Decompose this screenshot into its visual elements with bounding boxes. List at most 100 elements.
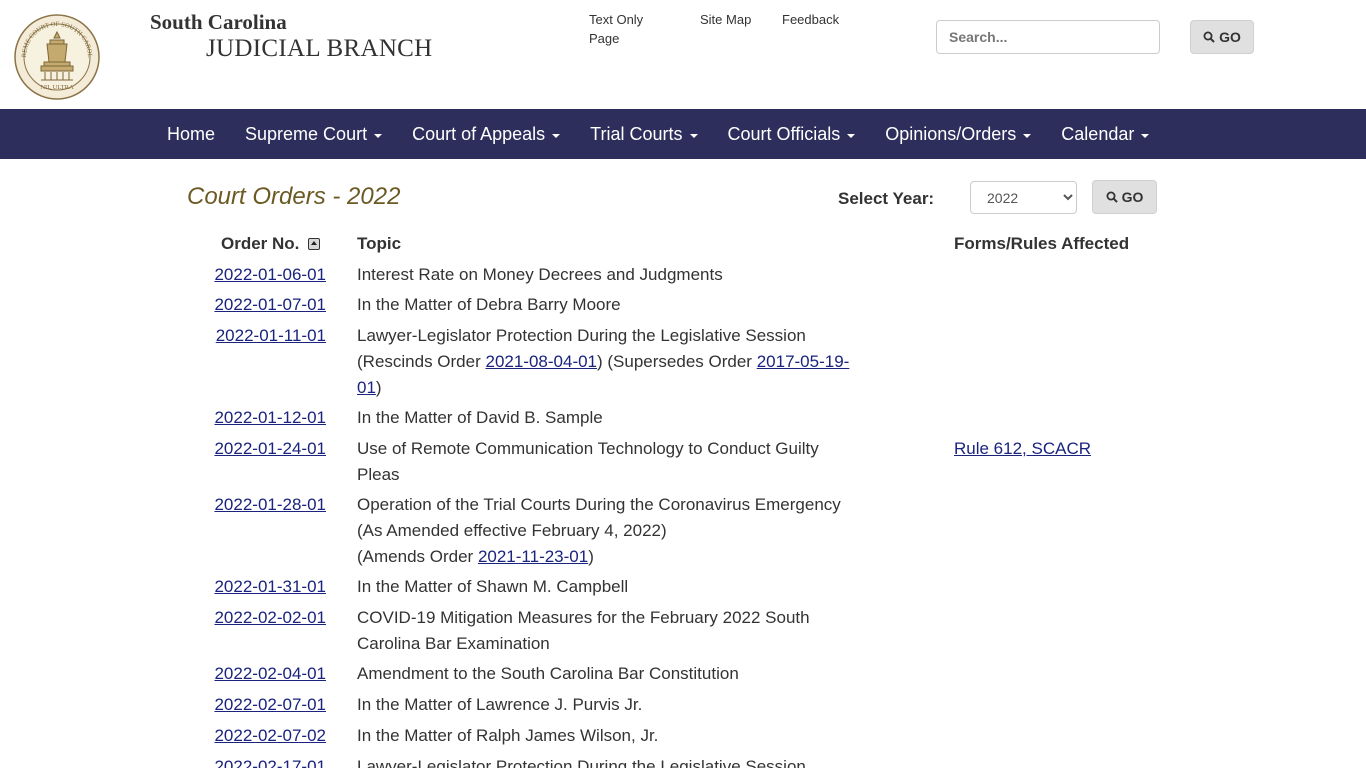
topic-cell: Amendment to the South Carolina Bar Cons…	[357, 661, 887, 687]
search-go-label: GO	[1219, 29, 1241, 45]
nav-item-supreme-court[interactable]: Supreme Court	[230, 109, 397, 159]
order-number-cell: 2022-01-07-01	[214, 292, 326, 318]
topic-cell: In the Matter of Lawrence J. Purvis Jr.	[357, 692, 887, 718]
site-map-link[interactable]: Site Map	[700, 10, 751, 29]
order-number-cell: 2022-01-06-01	[214, 262, 326, 288]
nav-item-trial-courts[interactable]: Trial Courts	[575, 109, 712, 159]
topic-cell: In the Matter of Shawn M. Campbell	[357, 574, 887, 600]
feedback-link[interactable]: Feedback	[782, 10, 839, 29]
nav-item-label: Opinions/Orders	[885, 123, 1017, 144]
topic-line: Lawyer-Legislator Protection During the …	[357, 326, 806, 345]
nav-item-label: Trial Courts	[590, 123, 683, 144]
order-number-cell: 2022-02-04-01	[214, 661, 326, 687]
sort-ascending-icon[interactable]	[308, 238, 321, 250]
order-link[interactable]: 2022-02-07-02	[214, 726, 326, 745]
order-number-cell: 2022-02-02-01	[214, 605, 326, 631]
topic-line: In the Matter of Lawrence J. Purvis Jr.	[357, 695, 643, 714]
year-select[interactable]: 2022	[970, 181, 1077, 214]
search-icon	[1203, 31, 1215, 43]
order-link[interactable]: 2022-01-24-01	[214, 439, 326, 458]
related-order-link[interactable]: 2021-08-04-01	[485, 352, 597, 371]
search-go-button[interactable]: GO	[1190, 20, 1254, 54]
topic-cell: COVID-19 Mitigation Measures for the Feb…	[357, 605, 887, 657]
order-link[interactable]: 2022-01-07-01	[214, 295, 326, 314]
topic-text: )	[375, 378, 382, 397]
topic-line: Pleas	[357, 465, 400, 484]
forms-cell: Rule 612, SCACR	[954, 436, 1091, 462]
nav-item-home[interactable]: Home	[152, 109, 230, 159]
topic-cell: In the Matter of David B. Sample	[357, 405, 887, 431]
order-number-cell: 2022-01-12-01	[214, 405, 326, 431]
select-year-label: Select Year:	[838, 189, 935, 208]
nav-item-label: Court Officials	[727, 123, 841, 144]
topic-line: Use of Remote Communication Technology t…	[357, 439, 819, 458]
order-number-cell: 2022-01-28-01	[214, 492, 326, 518]
topic-line: (As Amended effective February 4, 2022)	[357, 521, 667, 540]
forms-rule-link[interactable]: Rule 612, SCACR	[954, 439, 1091, 458]
order-link[interactable]: 2022-01-31-01	[214, 577, 326, 596]
topic-line: Carolina Bar Examination	[357, 634, 550, 653]
topic-text: )	[588, 547, 594, 566]
topic-line: COVID-19 Mitigation Measures for the Feb…	[357, 608, 810, 627]
order-number-cell: 2022-02-07-01	[214, 692, 326, 718]
order-link[interactable]: 2022-01-06-01	[214, 265, 326, 284]
brand-line-state: South Carolina	[150, 10, 287, 34]
year-go-button[interactable]: GO	[1092, 180, 1157, 214]
brand-line-branch: JUDICIAL BRANCH	[206, 35, 433, 62]
order-link[interactable]: 2022-02-02-01	[214, 608, 326, 627]
caret-down-icon	[689, 133, 698, 138]
topic-text: ) (Supersedes Order	[597, 352, 757, 371]
caret-down-icon	[847, 133, 856, 138]
order-link[interactable]: 2022-01-12-01	[214, 408, 326, 427]
topic-line: Operation of the Trial Courts During the…	[357, 495, 841, 514]
topic-text: (Rescinds Order	[357, 352, 486, 371]
nav-item-court-officials[interactable]: Court Officials	[713, 109, 871, 159]
topic-line: Amendment to the South Carolina Bar Cons…	[357, 664, 739, 683]
seal-text-bottom: NIL ULTRA	[40, 84, 74, 91]
topic-line: In the Matter of Debra Barry Moore	[357, 295, 621, 314]
nav-item-calendar[interactable]: Calendar	[1046, 109, 1164, 159]
topic-text: (Amends Order	[357, 547, 478, 566]
nav-item-label: Court of Appeals	[412, 123, 546, 144]
topic-cell: In the Matter of Debra Barry Moore	[357, 292, 887, 318]
search-input[interactable]	[936, 20, 1160, 54]
caret-down-icon	[1023, 133, 1032, 138]
order-link[interactable]: 2022-02-17-01	[214, 757, 326, 768]
nav-item-label: Supreme Court	[245, 123, 368, 144]
topic-line: (Rescinds Order 2021-08-04-01) (Supersed…	[357, 349, 887, 375]
page-title: Court Orders - 2022	[187, 183, 401, 210]
topic-line: Lawyer-Legislator Protection During the …	[357, 757, 806, 768]
column-header-forms: Forms/Rules Affected	[954, 234, 1130, 253]
nav-item-court-of-appeals[interactable]: Court of Appeals	[397, 109, 575, 159]
order-link[interactable]: 2022-02-07-01	[214, 695, 326, 714]
topic-cell: Use of Remote Communication Technology t…	[357, 436, 887, 488]
topic-line: In the Matter of Ralph James Wilson, Jr.	[357, 726, 659, 745]
order-link[interactable]: 2022-01-11-01	[216, 326, 326, 345]
order-number-cell: 2022-01-11-01	[216, 323, 326, 349]
related-order-link[interactable]: 2021-11-23-01	[478, 547, 588, 566]
order-number-cell: 2022-02-07-02	[214, 723, 326, 749]
topic-line: Interest Rate on Money Decrees and Judgm…	[357, 265, 723, 284]
column-header-topic: Topic	[357, 234, 402, 253]
topic-cell: Interest Rate on Money Decrees and Judgm…	[357, 262, 887, 288]
nav-item-label: Calendar	[1061, 123, 1135, 144]
related-order-link[interactable]: 01	[357, 378, 376, 397]
topic-line: (Amends Order 2021-11-23-01)	[357, 544, 887, 570]
order-link[interactable]: 2022-02-04-01	[214, 664, 326, 683]
related-order-link[interactable]: 2017-05-19-	[757, 352, 850, 371]
topic-line: 01)	[357, 375, 887, 401]
nav-item-opinions-orders[interactable]: Opinions/Orders	[870, 109, 1046, 159]
caret-down-icon	[374, 133, 383, 138]
court-seal-logo[interactable]: SUPREME COURT OF SOUTH CAROLINA NIL ULTR…	[14, 14, 100, 100]
text-only-page-link[interactable]: Text Only Page	[589, 10, 669, 48]
year-go-label: GO	[1121, 189, 1144, 205]
text-only-line2: Page	[589, 31, 620, 46]
order-link[interactable]: 2022-01-28-01	[214, 495, 326, 514]
column-header-order-no[interactable]: Order No.	[221, 234, 321, 254]
main-navbar: Home Supreme Court Court of Appeals Trial C…	[0, 109, 1366, 159]
topic-line: In the Matter of David B. Sample	[357, 408, 603, 427]
order-number-cell: 2022-02-17-01	[214, 754, 326, 768]
order-number-cell: 2022-01-24-01	[214, 436, 326, 462]
topic-cell: In the Matter of Ralph James Wilson, Jr.	[357, 723, 887, 749]
caret-down-icon	[552, 133, 561, 138]
